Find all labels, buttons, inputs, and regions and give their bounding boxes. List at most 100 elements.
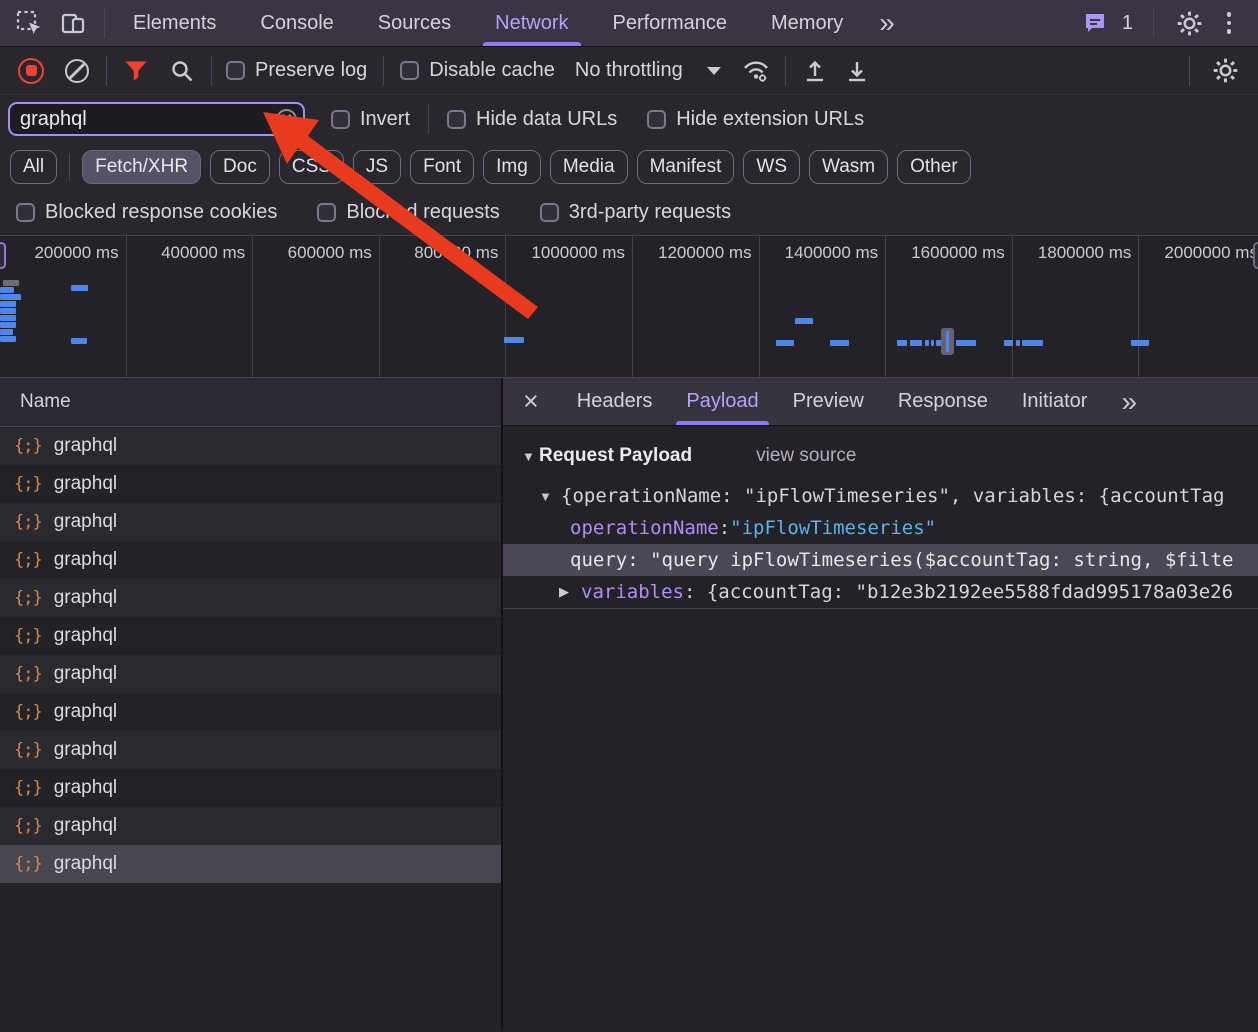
- timeline-request-mark[interactable]: [0, 308, 16, 314]
- request-row[interactable]: {;}graphql: [0, 769, 501, 807]
- timeline-request-mark[interactable]: [504, 337, 524, 343]
- type-chip-other[interactable]: Other: [897, 150, 971, 184]
- tab-network[interactable]: Network: [495, 0, 568, 46]
- request-row[interactable]: {;}graphql: [0, 655, 501, 693]
- timeline-request-mark[interactable]: [0, 294, 21, 300]
- request-row[interactable]: {;}graphql: [0, 579, 501, 617]
- invert-checkbox[interactable]: [331, 110, 350, 129]
- details-tab-preview[interactable]: Preview: [793, 378, 864, 425]
- timeline-section[interactable]: 200000 ms: [0, 236, 127, 377]
- inspect-element-icon[interactable]: [14, 8, 44, 38]
- timeline-request-mark[interactable]: [71, 285, 88, 291]
- device-toolbar-icon[interactable]: [58, 8, 88, 38]
- kebab-menu-icon[interactable]: [1214, 8, 1244, 38]
- details-tab-payload[interactable]: Payload: [686, 378, 758, 425]
- timeline-section[interactable]: 1600000 ms: [886, 236, 1013, 377]
- more-details-tabs-icon[interactable]: »: [1121, 388, 1137, 416]
- timeline-section[interactable]: 2000000 ms: [1139, 236, 1258, 377]
- type-chip-all[interactable]: All: [10, 150, 57, 184]
- timeline-request-mark[interactable]: [941, 328, 954, 355]
- request-row[interactable]: {;}graphql: [0, 465, 501, 503]
- timeline-request-mark[interactable]: [925, 340, 929, 346]
- type-chip-js[interactable]: JS: [353, 150, 401, 184]
- timeline-request-mark[interactable]: [795, 318, 813, 324]
- timeline-request-mark[interactable]: [0, 336, 16, 342]
- type-chip-ws[interactable]: WS: [743, 150, 800, 184]
- type-chip-wasm[interactable]: Wasm: [809, 150, 888, 184]
- filter-input-box[interactable]: ✕: [8, 102, 305, 136]
- network-conditions-icon[interactable]: [741, 56, 771, 86]
- close-details-icon[interactable]: ×: [523, 388, 539, 415]
- invert-toggle[interactable]: Invert: [331, 108, 410, 131]
- request-row[interactable]: {;}graphql: [0, 427, 501, 465]
- hide-data-urls-checkbox[interactable]: [447, 110, 466, 129]
- preserve-log-checkbox[interactable]: [226, 61, 245, 80]
- timeline-request-mark[interactable]: [1022, 340, 1043, 346]
- disable-cache-toggle[interactable]: Disable cache: [400, 59, 555, 82]
- timeline-section[interactable]: 600000 ms: [253, 236, 380, 377]
- request-row[interactable]: {;}graphql: [0, 845, 501, 883]
- details-tab-initiator[interactable]: Initiator: [1022, 378, 1088, 425]
- tree-expander-icon[interactable]: ▼: [539, 489, 561, 504]
- network-overview-timeline[interactable]: 200000 ms400000 ms600000 ms800000 ms1000…: [0, 236, 1258, 378]
- timeline-request-mark[interactable]: [0, 322, 16, 328]
- preserve-log-toggle[interactable]: Preserve log: [226, 59, 367, 82]
- payload-tree-line[interactable]: operationName: "ipFlowTimeseries": [503, 512, 1258, 544]
- type-chip-manifest[interactable]: Manifest: [637, 150, 735, 184]
- type-chip-media[interactable]: Media: [550, 150, 628, 184]
- tab-console[interactable]: Console: [260, 0, 333, 46]
- type-chip-doc[interactable]: Doc: [210, 150, 270, 184]
- issues-count[interactable]: 1: [1122, 12, 1133, 35]
- import-har-icon[interactable]: [800, 56, 830, 86]
- timeline-section[interactable]: 1000000 ms: [506, 236, 633, 377]
- export-har-icon[interactable]: [842, 56, 872, 86]
- clear-filter-icon[interactable]: ✕: [276, 109, 297, 130]
- blocked-requests-toggle[interactable]: Blocked requests: [317, 201, 499, 224]
- timeline-request-mark[interactable]: [71, 338, 87, 344]
- type-chip-img[interactable]: Img: [483, 150, 541, 184]
- filter-funnel-icon[interactable]: [121, 56, 151, 86]
- request-row[interactable]: {;}graphql: [0, 503, 501, 541]
- request-row[interactable]: {;}graphql: [0, 731, 501, 769]
- timeline-request-mark[interactable]: [0, 287, 14, 293]
- hide-data-urls-toggle[interactable]: Hide data URLs: [447, 108, 617, 131]
- timeline-request-mark[interactable]: [1004, 340, 1013, 346]
- 3rd-party-requests-toggle[interactable]: 3rd-party requests: [540, 201, 731, 224]
- timeline-request-mark[interactable]: [830, 340, 849, 346]
- timeline-request-mark[interactable]: [0, 329, 13, 335]
- type-chip-css[interactable]: CSS: [279, 150, 344, 184]
- search-icon[interactable]: [167, 56, 197, 86]
- throttling-select[interactable]: No throttling: [575, 59, 721, 82]
- payload-tree-line[interactable]: ▼{operationName: "ipFlowTimeseries", var…: [503, 480, 1258, 512]
- tab-memory[interactable]: Memory: [771, 0, 843, 46]
- payload-tree-line[interactable]: query: "query ipFlowTimeseries($accountT…: [503, 544, 1258, 576]
- request-row[interactable]: {;}graphql: [0, 807, 501, 845]
- timeline-section[interactable]: 800000 ms: [380, 236, 507, 377]
- blocked-response-cookies-checkbox[interactable]: [16, 203, 35, 222]
- view-source-link[interactable]: view source: [756, 445, 856, 467]
- type-chip-font[interactable]: Font: [410, 150, 474, 184]
- section-collapse-icon[interactable]: ▼: [522, 449, 539, 464]
- type-chip-fetch-xhr[interactable]: Fetch/XHR: [82, 150, 201, 184]
- tab-performance[interactable]: Performance: [613, 0, 728, 46]
- timeline-request-mark[interactable]: [931, 340, 934, 346]
- timeline-request-mark[interactable]: [776, 340, 794, 346]
- timeline-section[interactable]: 1400000 ms: [760, 236, 887, 377]
- timeline-request-mark[interactable]: [0, 315, 16, 321]
- timeline-request-mark[interactable]: [3, 280, 19, 286]
- issues-message-icon[interactable]: [1080, 8, 1110, 38]
- network-settings-gear-icon[interactable]: [1210, 56, 1240, 86]
- blocked-requests-checkbox[interactable]: [317, 203, 336, 222]
- timeline-section[interactable]: 1200000 ms: [633, 236, 760, 377]
- timeline-left-handle[interactable]: [0, 242, 6, 269]
- settings-gear-icon[interactable]: [1174, 8, 1204, 38]
- details-tab-response[interactable]: Response: [898, 378, 988, 425]
- disable-cache-checkbox[interactable]: [400, 61, 419, 80]
- timeline-request-mark[interactable]: [910, 340, 922, 346]
- request-row[interactable]: {;}graphql: [0, 617, 501, 655]
- record-network-log-button[interactable]: [16, 56, 46, 86]
- timeline-request-mark[interactable]: [0, 301, 16, 307]
- 3rd-party-requests-checkbox[interactable]: [540, 203, 559, 222]
- details-tab-headers[interactable]: Headers: [577, 378, 653, 425]
- request-row[interactable]: {;}graphql: [0, 541, 501, 579]
